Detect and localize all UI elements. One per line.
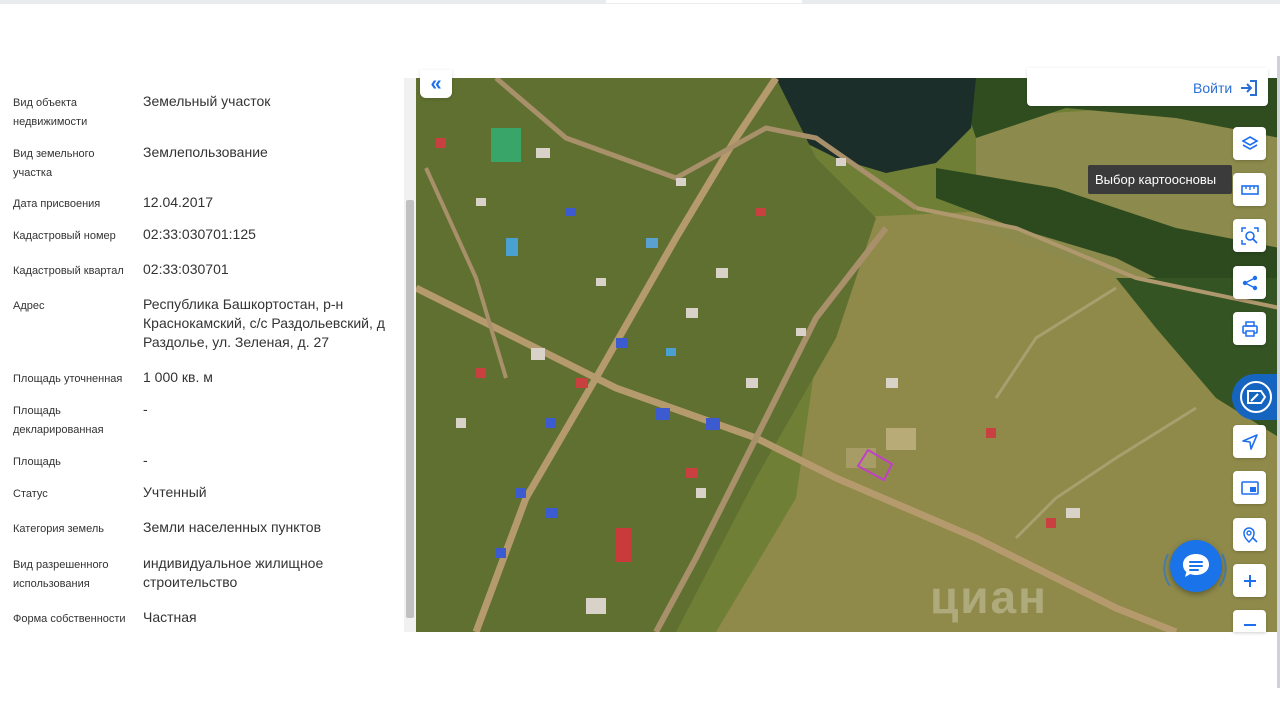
basemap-layers-button[interactable] — [1233, 127, 1266, 160]
search-area-icon — [1240, 226, 1259, 245]
layers-icon — [1240, 135, 1259, 150]
chat-button[interactable] — [1170, 540, 1222, 592]
login-link[interactable]: Войти — [1193, 80, 1232, 96]
detail-label: Форма собственности — [13, 613, 126, 625]
cian-watermark: циан — [930, 571, 1048, 623]
detail-value: Учтенный — [143, 484, 207, 500]
measure-button[interactable] — [1233, 173, 1266, 206]
detail-value: 1 000 кв. м — [143, 369, 213, 385]
detail-value: 12.04.2017 — [143, 194, 214, 210]
zoom-out-button[interactable] — [1233, 610, 1266, 632]
detail-value: Частная — [143, 609, 197, 625]
detail-label: Площадь уточненная — [13, 373, 123, 385]
detail-value: 02:33:030701 — [143, 261, 229, 277]
zoom-in-icon — [1243, 574, 1256, 587]
chat-widget[interactable] — [1160, 534, 1230, 600]
location-search-icon — [1242, 526, 1258, 543]
zoom-in-button[interactable] — [1233, 564, 1266, 597]
login-bar: Войти — [1027, 68, 1268, 106]
basemap-tooltip: Выбор картоосновы — [1088, 165, 1232, 194]
detail-value: - — [143, 452, 148, 468]
print-icon — [1241, 320, 1258, 337]
detail-value: индивидуальное жилищное строительство — [143, 555, 324, 590]
rosreestr-button[interactable] — [1232, 374, 1280, 420]
detail-value: 02:33:030701:125 — [143, 226, 256, 242]
area-search-button[interactable] — [1233, 219, 1266, 252]
picture-in-picture-icon — [1240, 480, 1259, 495]
detail-value: Землепользование — [143, 144, 268, 160]
share-button[interactable] — [1233, 266, 1266, 299]
zoom-out-icon — [1243, 624, 1256, 626]
panel-scrollbar[interactable] — [404, 78, 416, 632]
detail-label: Площадь декларированная — [13, 405, 104, 436]
print-button[interactable] — [1233, 312, 1266, 345]
detail-label: Адрес — [13, 300, 45, 312]
detail-label: Кадастровый номер — [13, 230, 116, 242]
location-search-button[interactable] — [1233, 518, 1266, 551]
detail-value: Земельный участок — [143, 93, 271, 109]
detail-label: Площадь — [13, 456, 61, 468]
login-icon[interactable] — [1239, 79, 1259, 97]
chat-bubble-icon — [1183, 554, 1209, 577]
share-icon — [1242, 275, 1257, 290]
rosreestr-logo-icon — [1240, 381, 1272, 413]
navigate-icon — [1241, 433, 1258, 450]
detail-label: Категория земель — [13, 523, 104, 535]
panel-scrollbar-thumb[interactable] — [406, 200, 414, 618]
detail-label: Кадастровый квартал — [13, 265, 124, 277]
collapse-panel-button[interactable]: « — [420, 70, 452, 98]
satellite-imagery — [416, 78, 1280, 632]
detail-label: Вид объекта недвижимости — [13, 97, 88, 128]
browser-top-strip — [0, 0, 1280, 4]
navigate-button[interactable] — [1233, 425, 1266, 458]
minimap-button[interactable] — [1233, 471, 1266, 504]
detail-label: Дата присвоения — [13, 198, 101, 210]
ruler-icon — [1240, 184, 1259, 195]
top-strip-notch — [606, 0, 802, 3]
detail-label: Вид земельного участка — [13, 148, 95, 179]
detail-value: - — [143, 401, 148, 417]
detail-value: Земли населенных пунктов — [143, 519, 322, 535]
detail-label: Вид разрешенного использования — [13, 559, 109, 590]
detail-value: Республика Башкортостан, р-н Краснокамск… — [143, 296, 385, 350]
double-chevron-left-icon: « — [430, 72, 442, 95]
property-details-panel: Вид объекта недвижимости Земельный участ… — [0, 78, 404, 632]
detail-label: Статус — [13, 488, 48, 500]
satellite-map[interactable] — [416, 78, 1280, 632]
